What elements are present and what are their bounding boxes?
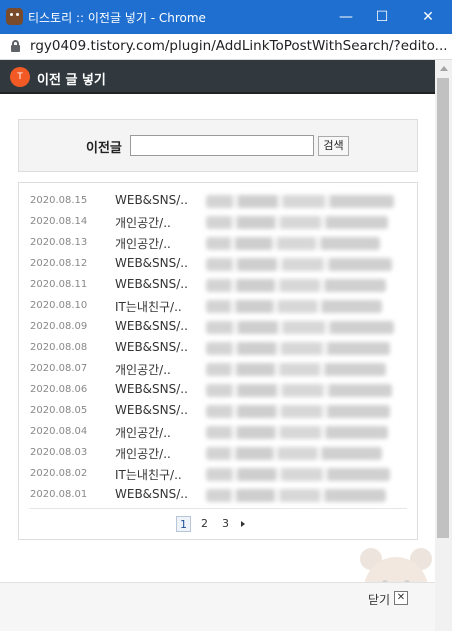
page-content: T 이전 글 넣기 이전글 검색 2020.08.15 WEB&SNS/.. 202… xyxy=(0,60,452,631)
plugin-header: T 이전 글 넣기 xyxy=(0,60,435,94)
post-category[interactable]: 개인공간/.. xyxy=(115,424,171,441)
next-page-icon[interactable] xyxy=(241,521,245,527)
post-date: 2020.08.13 xyxy=(30,237,88,248)
search-button[interactable]: 검색 xyxy=(318,136,349,156)
post-category[interactable]: WEB&SNS/.. xyxy=(115,487,188,501)
post-category[interactable]: 개인공간/.. xyxy=(115,445,171,462)
list-item[interactable]: 2020.08.02 IT는내친구/.. xyxy=(19,464,417,485)
post-category[interactable]: WEB&SNS/.. xyxy=(115,256,188,270)
list-item[interactable]: 2020.08.15 WEB&SNS/.. xyxy=(19,191,417,212)
post-date: 2020.08.04 xyxy=(30,426,88,437)
post-date: 2020.08.02 xyxy=(30,468,88,479)
minimize-button[interactable]: — xyxy=(326,0,366,34)
post-title-redacted[interactable] xyxy=(206,237,380,250)
post-category[interactable]: WEB&SNS/.. xyxy=(115,193,188,207)
list-item[interactable]: 2020.08.12 WEB&SNS/.. xyxy=(19,254,417,275)
post-title-redacted[interactable] xyxy=(206,258,392,271)
page-link[interactable]: 3 xyxy=(218,516,233,532)
list-item[interactable]: 2020.08.08 WEB&SNS/.. xyxy=(19,338,417,359)
list-item[interactable]: 2020.08.09 WEB&SNS/.. xyxy=(19,317,417,338)
post-date: 2020.08.07 xyxy=(30,363,88,374)
search-label: 이전글 xyxy=(86,141,122,156)
post-title-redacted[interactable] xyxy=(206,195,394,208)
url-text[interactable]: rgy0409.tistory.com/plugin/AddLinkToPost… xyxy=(30,38,448,54)
post-category[interactable]: IT는내친구/.. xyxy=(115,298,182,315)
list-item[interactable]: 2020.08.04 개인공간/.. xyxy=(19,422,417,443)
list-item[interactable]: 2020.08.14 개인공간/.. xyxy=(19,212,417,233)
window-title: 티스토리 :: 이전글 넣기 - Chrome xyxy=(28,11,206,25)
post-title-redacted[interactable] xyxy=(206,300,382,313)
list-item[interactable]: 2020.08.07 개인공간/.. xyxy=(19,359,417,380)
post-date: 2020.08.10 xyxy=(30,300,88,311)
close-window-button[interactable]: ✕ xyxy=(408,0,448,34)
pagination: 123 xyxy=(19,516,417,534)
page-link[interactable]: 2 xyxy=(197,516,212,532)
post-title-redacted[interactable] xyxy=(206,447,382,460)
post-date: 2020.08.08 xyxy=(30,342,88,353)
post-date: 2020.08.03 xyxy=(30,447,88,458)
post-category[interactable]: 개인공간/.. xyxy=(115,361,171,378)
post-category[interactable]: WEB&SNS/.. xyxy=(115,403,188,417)
post-date: 2020.08.01 xyxy=(30,489,88,500)
search-input[interactable] xyxy=(130,135,314,156)
post-title-redacted[interactable] xyxy=(206,489,386,502)
window-titlebar: 티스토리 :: 이전글 넣기 - Chrome — ☐ ✕ xyxy=(0,0,452,34)
list-item[interactable]: 2020.08.10 IT는내친구/.. xyxy=(19,296,417,317)
lock-icon xyxy=(11,40,20,52)
post-category[interactable]: WEB&SNS/.. xyxy=(115,277,188,291)
post-date: 2020.08.11 xyxy=(30,279,88,290)
post-date: 2020.08.15 xyxy=(30,195,88,206)
list-item[interactable]: 2020.08.03 개인공간/.. xyxy=(19,443,417,464)
post-list: 2020.08.15 WEB&SNS/.. 2020.08.14 개인공간/.. 202… xyxy=(18,182,418,540)
post-title-redacted[interactable] xyxy=(206,384,392,397)
scroll-up-arrow-icon[interactable] xyxy=(440,66,448,71)
scrollbar-thumb[interactable] xyxy=(437,78,449,538)
post-category[interactable]: IT는내친구/.. xyxy=(115,466,182,483)
post-title-redacted[interactable] xyxy=(206,279,386,292)
list-item[interactable]: 2020.08.13 개인공간/.. xyxy=(19,233,417,254)
post-category[interactable]: WEB&SNS/.. xyxy=(115,382,188,396)
page-title: 이전 글 넣기 xyxy=(37,73,106,88)
post-date: 2020.08.09 xyxy=(30,321,88,332)
search-panel: 이전글 검색 xyxy=(18,119,418,172)
tistory-logo-icon: T xyxy=(10,67,30,87)
post-date: 2020.08.06 xyxy=(30,384,88,395)
post-title-redacted[interactable] xyxy=(206,216,388,229)
address-bar[interactable]: rgy0409.tistory.com/plugin/AddLinkToPost… xyxy=(0,34,452,60)
close-icon[interactable]: ✕ xyxy=(394,591,408,605)
post-title-redacted[interactable] xyxy=(206,468,390,481)
post-date: 2020.08.12 xyxy=(30,258,88,269)
list-item[interactable]: 2020.08.06 WEB&SNS/.. xyxy=(19,380,417,401)
post-category[interactable]: WEB&SNS/.. xyxy=(115,340,188,354)
list-item[interactable]: 2020.08.11 WEB&SNS/.. xyxy=(19,275,417,296)
tistory-bear-icon xyxy=(6,8,23,25)
post-category[interactable]: WEB&SNS/.. xyxy=(115,319,188,333)
post-title-redacted[interactable] xyxy=(206,363,386,376)
post-date: 2020.08.05 xyxy=(30,405,88,416)
list-item[interactable]: 2020.08.01 WEB&SNS/.. xyxy=(19,485,417,506)
post-date: 2020.08.14 xyxy=(30,216,88,227)
post-category[interactable]: 개인공간/.. xyxy=(115,214,171,231)
list-divider xyxy=(29,508,407,509)
post-title-redacted[interactable] xyxy=(206,426,388,439)
post-title-redacted[interactable] xyxy=(206,321,394,334)
close-button-label[interactable]: 닫기 xyxy=(368,591,390,608)
post-category[interactable]: 개인공간/.. xyxy=(115,235,171,252)
post-title-redacted[interactable] xyxy=(206,342,390,355)
page-link[interactable]: 1 xyxy=(176,516,191,532)
post-title-redacted[interactable] xyxy=(206,405,390,418)
maximize-button[interactable]: ☐ xyxy=(362,0,402,34)
list-item[interactable]: 2020.08.05 WEB&SNS/.. xyxy=(19,401,417,422)
